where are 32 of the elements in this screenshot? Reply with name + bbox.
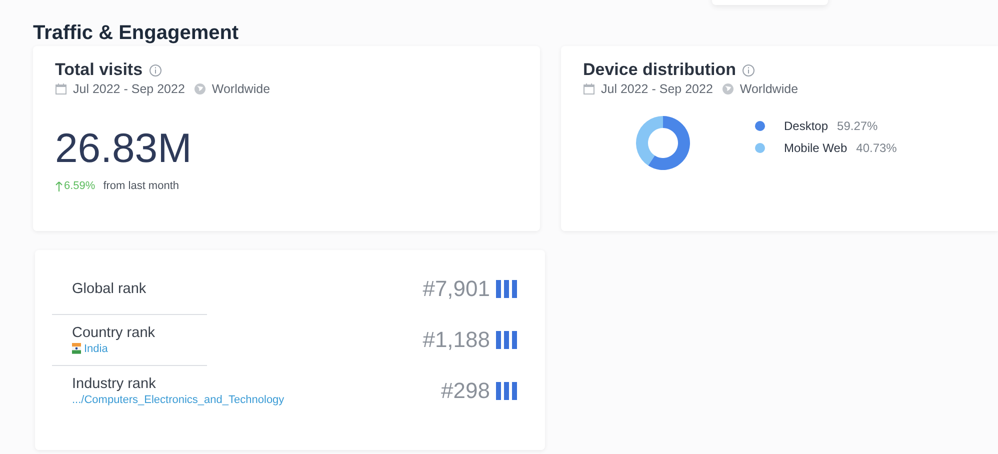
calendar-icon: [55, 83, 67, 95]
rank-label: Industry rank: [72, 376, 156, 392]
donut-chart-drawing: [635, 115, 691, 171]
visits-value: 26.83M: [55, 124, 192, 172]
rank-label: Country rank: [72, 324, 156, 340]
card-title: Total visits: [55, 60, 143, 80]
legend-value: 59.27%: [837, 119, 878, 133]
legend-label: Desktop: [784, 119, 828, 133]
rank-value: #298: [441, 378, 490, 404]
card-title: Device distribution: [583, 60, 736, 80]
rank-link[interactable]: India: [84, 342, 108, 354]
rank-label: Global rank: [72, 281, 146, 297]
date-range: Jul 2022 - Sep 2022: [73, 82, 185, 96]
section-title: Traffic & Engagement: [33, 21, 239, 46]
bar-chart-icon: [496, 280, 518, 298]
change-note: from last month: [103, 180, 180, 192]
flag-icon: [72, 343, 81, 354]
date-range: Jul 2022 - Sep 2022: [601, 82, 713, 96]
up-arrow-icon: [55, 180, 63, 192]
info-icon: [742, 64, 756, 76]
rank-value: #7,901: [422, 276, 490, 302]
legend-value: 40.73%: [856, 141, 897, 155]
calendar-icon: [583, 83, 595, 95]
region-label: Worldwide: [740, 82, 798, 96]
change-value: 6.59%: [55, 180, 96, 192]
bar-chart-icon: [496, 330, 518, 348]
bar-chart-icon: [496, 382, 518, 400]
rank-link[interactable]: .../Computers_Electronics_and_Technology: [72, 394, 284, 406]
region-label: Worldwide: [212, 82, 270, 96]
info-icon: [148, 64, 162, 76]
rank-value: #1,188: [422, 326, 490, 352]
legend-label: Mobile Web: [784, 141, 848, 155]
